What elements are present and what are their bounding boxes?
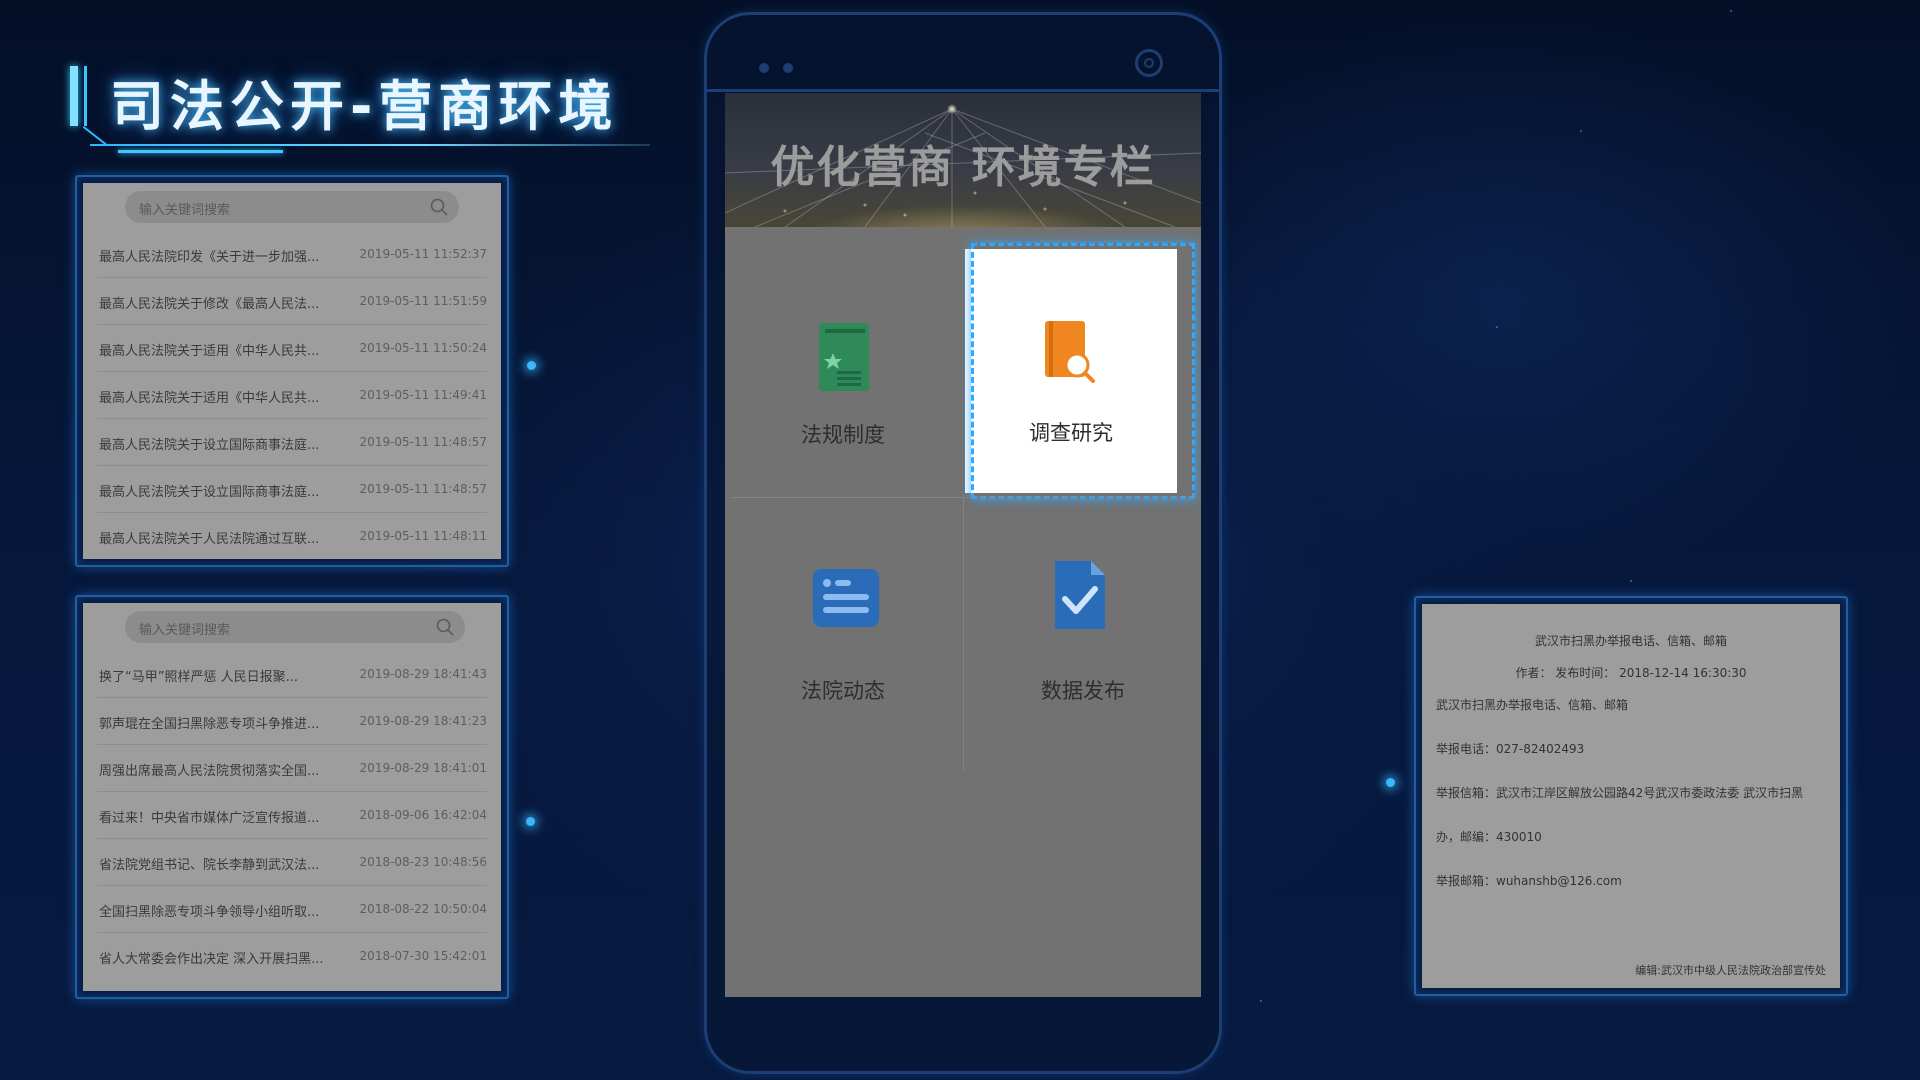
news-title[interactable]: 省人大常委会作出决定 深入开展扫黑... xyxy=(99,948,324,967)
search-placeholder: 输入关键词搜索 xyxy=(139,203,231,218)
tile-data-release[interactable]: 数据发布 xyxy=(965,501,1201,761)
grid-divider xyxy=(963,497,964,771)
star-dot xyxy=(1580,130,1582,132)
news-time: 2019-08-29 18:41:23 xyxy=(359,714,487,728)
article-line: 举报电话：027-82402493 xyxy=(1436,742,1585,756)
news-list: 最高人民法院印发《关于进一步加强... 2019-05-11 11:52:37 最… xyxy=(83,231,501,559)
search-input[interactable]: 输入关键词搜索 xyxy=(125,611,465,643)
star-dot xyxy=(1260,1000,1262,1002)
news-title[interactable]: 最高人民法院关于修改《最高人民法... xyxy=(99,293,319,312)
news-card-icon xyxy=(813,569,879,627)
tile-grid: 法规制度 调查研究 法院动态 数据发布 xyxy=(725,227,1201,771)
news-title[interactable]: 最高人民法院关于设立国际商事法庭... xyxy=(99,434,319,453)
list-item[interactable]: 看过来！中央省市媒体广泛宣传报道... 2018-09-06 16:42:04 xyxy=(97,792,487,839)
news-time: 2019-05-11 11:48:57 xyxy=(359,482,487,496)
phone-bezel-line xyxy=(707,89,1219,92)
news-time: 2019-05-11 11:48:11 xyxy=(359,529,487,543)
tile-law-regulations[interactable]: 法规制度 xyxy=(725,237,961,497)
title-underline-accent xyxy=(118,150,283,153)
page-header: 司法公开-营商环境 xyxy=(70,62,650,162)
phone-speaker-dot xyxy=(783,63,793,73)
camera-icon xyxy=(1135,49,1163,77)
search-placeholder: 输入关键词搜索 xyxy=(139,623,231,638)
news-title[interactable]: 最高人民法院印发《关于进一步加强... xyxy=(99,246,319,265)
news-panel-1-body: 输入关键词搜索 最高人民法院印发《关于进一步加强... 2019-05-11 11… xyxy=(83,183,501,559)
news-title[interactable]: 最高人民法院关于适用《中华人民共... xyxy=(99,387,319,406)
tile-label: 法规制度 xyxy=(801,423,885,447)
article-panel: 武汉市扫黑办举报电话、信箱、邮箱 作者： 发布时间： 2018-12-14 16… xyxy=(1414,596,1848,996)
news-panel-1: 输入关键词搜索 最高人民法院印发《关于进一步加强... 2019-05-11 11… xyxy=(75,175,509,567)
star-dot xyxy=(1496,326,1498,328)
list-item[interactable]: 最高人民法院关于设立国际商事法庭... 2019-05-11 11:48:57 xyxy=(97,419,487,466)
news-time: 2019-05-11 11:52:37 xyxy=(359,247,487,261)
news-list: 换了“马甲”照样严惩 人民日报聚... 2019-08-29 18:41:43 郭… xyxy=(83,651,501,979)
page-title: 司法公开-营商环境 xyxy=(110,75,619,138)
glow-dot xyxy=(526,817,535,826)
tile-label: 数据发布 xyxy=(1041,679,1125,703)
list-item[interactable]: 最高人民法院关于修改《最高人民法... 2019-05-11 11:51:59 xyxy=(97,278,487,325)
news-title[interactable]: 最高人民法院关于适用《中华人民共... xyxy=(99,340,319,359)
list-item[interactable]: 最高人民法院关于设立国际商事法庭... 2019-05-11 11:48:57 xyxy=(97,466,487,513)
list-item[interactable]: 周强出席最高人民法院贯彻落实全国... 2019-08-29 18:41:01 xyxy=(97,745,487,792)
banner: 优化营商 环境专栏 xyxy=(725,93,1201,227)
news-title[interactable]: 最高人民法院关于设立国际商事法庭... xyxy=(99,481,319,500)
list-item[interactable]: 最高人民法院印发《关于进一步加强... 2019-05-11 11:52:37 xyxy=(97,231,487,278)
news-time: 2019-08-29 18:41:01 xyxy=(359,761,487,775)
law-book-icon xyxy=(819,323,869,391)
list-item[interactable]: 最高人民法院关于适用《中华人民共... 2019-05-11 11:49:41 xyxy=(97,372,487,419)
list-item[interactable]: 全国扫黑除恶专项斗争领导小组听取... 2018-08-22 10:50:04 xyxy=(97,886,487,933)
news-time: 2018-08-22 10:50:04 xyxy=(359,902,487,916)
banner-title: 优化营商 环境专栏 xyxy=(770,142,1156,193)
phone-screen: 优化营商 环境专栏 法规制度 调查研究 法院动态 数据发布 xyxy=(725,93,1201,997)
search-icon[interactable] xyxy=(429,197,449,217)
list-item[interactable]: 省人大常委会作出决定 深入开展扫黑... 2018-07-30 15:42:01 xyxy=(97,933,487,979)
article-title: 武汉市扫黑办举报电话、信箱、邮箱 xyxy=(1534,634,1727,648)
list-item[interactable]: 最高人民法院关于人民法院通过互联... 2019-05-11 11:48:11 xyxy=(97,513,487,559)
news-panel-2-body: 输入关键词搜索 换了“马甲”照样严惩 人民日报聚... 2019-08-29 18… xyxy=(83,603,501,991)
news-title[interactable]: 周强出席最高人民法院贯彻落实全国... xyxy=(99,760,319,779)
news-title[interactable]: 看过来！中央省市媒体广泛宣传报道... xyxy=(99,807,319,826)
document-check-icon xyxy=(1055,561,1105,629)
article-meta: 作者： 发布时间： 2018-12-14 16:30:30 xyxy=(1515,666,1747,680)
article-line: 举报邮箱：wuhanshb@126.com xyxy=(1436,874,1622,888)
phone-mockup: 优化营商 环境专栏 法规制度 调查研究 法院动态 数据发布 xyxy=(704,12,1222,1074)
news-panel-2: 输入关键词搜索 换了“马甲”照样严惩 人民日报聚... 2019-08-29 18… xyxy=(75,595,509,999)
article-line: 举报信箱：武汉市江岸区解放公园路42号武汉市委政法委 武汉市扫黑 xyxy=(1436,786,1804,800)
news-title[interactable]: 省法院党组书记、院长李静到武汉法... xyxy=(99,854,319,873)
tile-label: 法院动态 xyxy=(801,679,885,703)
news-title[interactable]: 全国扫黑除恶专项斗争领导小组听取... xyxy=(99,901,319,920)
star-dot xyxy=(1730,10,1732,12)
title-accent-bar-thin xyxy=(84,66,87,126)
article-line: 办，邮编：430010 xyxy=(1436,830,1542,844)
star-dot xyxy=(1630,580,1632,582)
news-time: 2019-05-11 11:49:41 xyxy=(359,388,487,402)
search-icon[interactable] xyxy=(435,617,455,637)
news-title[interactable]: 换了“马甲”照样严惩 人民日报聚... xyxy=(99,666,298,685)
list-item[interactable]: 最高人民法院关于适用《中华人民共... 2019-05-11 11:50:24 xyxy=(97,325,487,372)
news-time: 2019-05-11 11:51:59 xyxy=(359,294,487,308)
news-time: 2018-09-06 16:42:04 xyxy=(359,808,487,822)
news-time: 2018-08-23 10:48:56 xyxy=(359,855,487,869)
news-time: 2019-05-11 11:50:24 xyxy=(359,341,487,355)
list-item[interactable]: 省法院党组书记、院长李静到武汉法... 2018-08-23 10:48:56 xyxy=(97,839,487,886)
news-title[interactable]: 最高人民法院关于人民法院通过互联... xyxy=(99,528,319,547)
title-underline xyxy=(90,144,650,146)
article-editor: 编辑:武汉市中级人民法院政治部宣传处 xyxy=(1635,964,1826,977)
list-item[interactable]: 郭声琨在全国扫黑除恶专项斗争推进... 2019-08-29 18:41:23 xyxy=(97,698,487,745)
phone-speaker-dot xyxy=(759,63,769,73)
news-time: 2018-07-30 15:42:01 xyxy=(359,949,487,963)
glow-dot xyxy=(1386,778,1395,787)
list-item[interactable]: 换了“马甲”照样严惩 人民日报聚... 2019-08-29 18:41:43 xyxy=(97,651,487,698)
article-body: 武汉市扫黑办举报电话、信箱、邮箱 作者： 发布时间： 2018-12-14 16… xyxy=(1422,604,1840,988)
selection-frame xyxy=(971,243,1195,499)
search-input[interactable]: 输入关键词搜索 xyxy=(125,191,459,223)
news-title[interactable]: 郭声琨在全国扫黑除恶专项斗争推进... xyxy=(99,713,319,732)
news-time: 2019-08-29 18:41:43 xyxy=(359,667,487,681)
glow-dot xyxy=(527,361,536,370)
tile-court-news[interactable]: 法院动态 xyxy=(725,501,961,761)
news-time: 2019-05-11 11:48:57 xyxy=(359,435,487,449)
title-accent-bar xyxy=(70,66,78,126)
article-line: 武汉市扫黑办举报电话、信箱、邮箱 xyxy=(1436,698,1629,712)
